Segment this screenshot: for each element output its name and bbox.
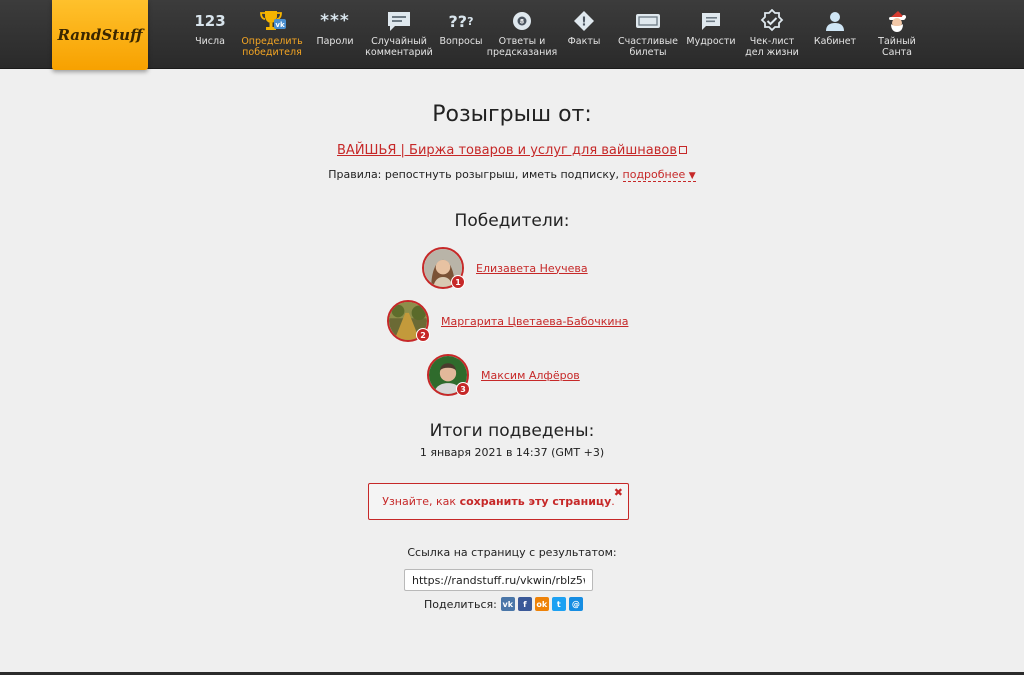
winner-row: 3 Максим Алфёров [427,353,580,397]
logo-text: RandStuff [57,26,143,44]
top-navigation-bar: RandStuff 123 Числа vk Определить победи… [0,0,1024,70]
external-link-icon [678,146,687,154]
checklist-badge-icon [760,9,784,33]
winner-name-link[interactable]: Максим Алфёров [481,369,580,382]
nav-item-life-checklist[interactable]: Чек-лист дел жизни [742,0,802,69]
rules-text: Правила: репостнуть розыгрыш, иметь подп… [328,168,620,181]
facts-icon: ! [572,9,596,33]
magic-ball-icon: 8 [510,9,534,33]
nav-item-numbers[interactable]: 123 Числа [192,0,228,69]
winners-title: Победители: [454,211,570,231]
chevron-down-icon: ▼ [688,171,696,181]
result-link-label: Ссылка на страницу с результатом: [407,546,617,559]
share-moimir-icon[interactable]: @ [568,597,583,611]
winner-name-link[interactable]: Маргарита Цветаева-Бабочкина [441,315,628,328]
nav-label: Числа [195,36,225,47]
place-badge: 2 [416,328,430,342]
result-link-input[interactable] [404,569,593,591]
winner-row: 2 Маргарита Цветаева-Бабочкина [387,299,628,343]
trophy-vk-icon: vk [257,9,287,33]
share-twitter-icon[interactable]: t [551,597,566,611]
share-label: Поделиться: [424,597,497,611]
organizer-link[interactable]: ВАЙШЬЯ | Биржа товаров и услуг для вайшн… [337,143,677,158]
rules-row: Правила: репостнуть розыгрыш, иметь подп… [0,168,1024,182]
comment-icon [386,9,412,33]
nav-label: Случайный комментарий [365,36,433,58]
results-date: 1 января 2021 в 14:37 (GMT +3) [419,446,605,459]
share-odnoklassniki-icon[interactable]: ok [534,597,549,611]
notice-text: Узнайте, как сохранить эту страницу. [382,495,615,508]
winner-name-link[interactable]: Елизавета Неучева [476,262,588,275]
nav-label: Мудрости [686,36,736,47]
place-badge: 3 [456,382,470,396]
santa-icon [885,9,909,33]
nav-label: Определить победителя [241,36,303,58]
scroll-icon [698,9,724,33]
results-title: Итоги подведены: [429,421,595,441]
user-icon [824,9,846,33]
nav-item-facts[interactable]: ! Факты [566,0,602,69]
winner-row: 1 Елизавета Неучева [422,246,588,290]
share-row: Поделиться: vk f ok t @ [424,597,583,611]
share-vk-icon[interactable]: vk [500,597,515,611]
place-badge: 1 [451,275,465,289]
rules-more-link[interactable]: подробнее ▼ [622,168,696,182]
randstuff-logo[interactable]: RandStuff [52,0,148,70]
nav-label: Факты [567,36,601,47]
nav-item-passwords[interactable]: *** Пароли [314,0,356,69]
nav-item-random-comment[interactable]: Случайный комментарий [365,0,433,69]
ticket-icon [634,9,662,33]
nav-label: Тайный Санта [878,36,916,58]
numbers-icon: 123 [194,12,226,30]
page-title: Розыгрыш от: [432,102,592,127]
nav-label: Пароли [316,36,354,47]
nav-item-questions[interactable]: ??? Вопросы [438,0,484,69]
nav-item-cabinet[interactable]: Кабинет [812,0,858,69]
nav-item-answers[interactable]: 8 Ответы и предсказания [486,0,558,69]
close-icon[interactable]: ✖ [614,486,623,499]
save-page-notice: Узнайте, как сохранить эту страницу. ✖ [368,483,629,520]
save-page-link[interactable]: сохранить эту страницу [460,495,612,508]
share-facebook-icon[interactable]: f [517,597,532,611]
nav-label: Вопросы [439,36,483,47]
nav-label: Кабинет [813,36,857,47]
nav-label: Счастливые билеты [617,36,678,58]
nav-item-wisdom[interactable]: Мудрости [686,0,736,69]
nav-item-secret-santa[interactable]: Тайный Санта [870,0,924,69]
svg-text:vk: vk [275,21,285,29]
organizer-link-row: ВАЙШЬЯ | Биржа товаров и услуг для вайшн… [0,143,1024,158]
main-content: Розыгрыш от: ВАЙШЬЯ | Биржа товаров и ус… [0,70,1024,675]
nav-item-lucky-tickets[interactable]: Счастливые билеты [616,0,680,69]
nav-item-winner[interactable]: vk Определить победителя [238,0,306,69]
svg-text:8: 8 [520,19,524,26]
nav-label: Чек-лист дел жизни [745,36,799,58]
password-stars-icon: *** [320,11,350,31]
notice-prefix: Узнайте, как [382,495,457,508]
svg-text:!: ! [581,15,586,29]
nav-label: Ответы и предсказания [486,36,558,58]
rules-more-label: подробнее [622,168,686,181]
questions-icon: ??? [448,11,474,31]
